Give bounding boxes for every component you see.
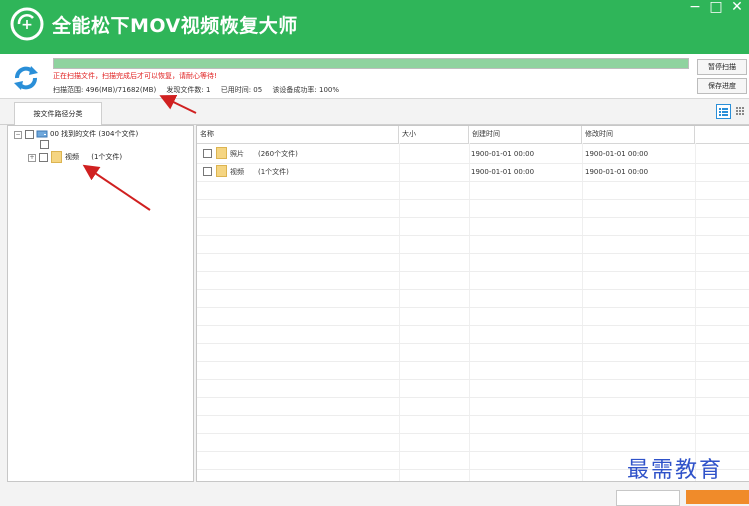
row-created: 1900-01-01 00:00 — [471, 150, 535, 158]
root-checkbox[interactable] — [25, 130, 34, 139]
scan-warning-message: 正在扫描文件，扫描完成后才可以恢复，请耐心等待! — [53, 72, 217, 80]
folder-icon — [216, 147, 227, 159]
scan-status-panel: 正在扫描文件，扫描完成后才可以恢复，请耐心等待! 扫描范围: 496(MB)/7… — [0, 54, 749, 99]
tree-item-video[interactable]: 视频 (1个文件) — [65, 152, 122, 162]
tree-item-video-count: (1个文件) — [91, 153, 123, 161]
column-header-created[interactable]: 创建时间 — [469, 126, 582, 143]
video-folder-checkbox[interactable] — [39, 153, 48, 162]
bottom-secondary-button[interactable] — [616, 490, 680, 506]
column-header-name[interactable]: 名称 — [197, 126, 399, 143]
pause-scan-button[interactable]: 暂停扫描 — [697, 59, 747, 75]
folder-icon — [51, 151, 62, 163]
column-header-modified[interactable]: 修改时间 — [582, 126, 695, 143]
refresh-icon — [14, 66, 38, 90]
row-count: (1个文件) — [258, 168, 289, 176]
file-list-table: 名称 大小 创建时间 修改时间 照片 (260个文件) 1900-01-01 0… — [196, 125, 749, 482]
minimize-button[interactable]: − — [685, 0, 705, 16]
title-bar: + 全能松下MOV视频恢复大师 − □ ✕ — [0, 0, 749, 54]
row-name: 照片 — [230, 150, 244, 158]
found-count: 发现文件数: 1 — [166, 86, 211, 94]
grid-view-icon[interactable] — [734, 104, 747, 117]
folder-tree-panel: − 00 找到的文件 (304个文件) + 视频 (1个文件) — [7, 125, 194, 482]
tree-root-label[interactable]: 00 找到的文件 (304个文件) — [50, 129, 138, 139]
tab-bar: 按文件路径分类 — [0, 99, 749, 125]
svg-text:+: + — [21, 17, 33, 33]
app-title: 全能松下MOV视频恢复大师 — [52, 15, 298, 37]
tab-by-path[interactable]: 按文件路径分类 — [14, 102, 102, 125]
folder-icon — [216, 165, 227, 177]
row-created: 1900-01-01 00:00 — [471, 168, 535, 176]
progress-fill — [54, 59, 688, 68]
app-logo-icon: + — [10, 7, 44, 41]
close-button[interactable]: ✕ — [727, 0, 747, 16]
table-row[interactable]: 照片 (260个文件) 1900-01-01 00:00 1900-01-01 … — [197, 145, 749, 163]
collapse-root-toggle[interactable]: − — [14, 131, 22, 139]
tree-stray-checkbox[interactable] — [40, 140, 49, 149]
save-progress-button[interactable]: 保存进度 — [697, 78, 747, 94]
column-header-size[interactable]: 大小 — [399, 126, 469, 143]
elapsed-time: 已用时间: 05 — [220, 86, 263, 94]
maximize-button[interactable]: □ — [706, 0, 726, 16]
table-row[interactable]: 视频 (1个文件) 1900-01-01 00:00 1900-01-01 00… — [197, 163, 749, 181]
drive-icon — [36, 130, 48, 138]
row-count: (260个文件) — [258, 150, 298, 158]
scan-progress-bar — [53, 58, 689, 69]
list-view-icon[interactable] — [716, 104, 731, 119]
tree-item-video-label: 视频 — [65, 153, 79, 161]
expand-video-toggle[interactable]: + — [28, 154, 36, 162]
row-checkbox[interactable] — [203, 167, 212, 176]
row-modified: 1900-01-01 00:00 — [585, 168, 649, 176]
row-checkbox[interactable] — [203, 149, 212, 158]
scan-range: 扫描范围: 496(MB)/71682(MB) — [53, 86, 157, 94]
watermark: 最需教育 — [627, 458, 724, 483]
scan-info-line: 扫描范围: 496(MB)/71682(MB) 发现文件数: 1 已用时间: 0… — [53, 85, 347, 95]
row-modified: 1900-01-01 00:00 — [585, 150, 649, 158]
row-name: 视频 — [230, 168, 244, 176]
bottom-primary-button[interactable] — [686, 490, 749, 504]
success-rate: 该设备成功率: 100% — [272, 86, 340, 94]
